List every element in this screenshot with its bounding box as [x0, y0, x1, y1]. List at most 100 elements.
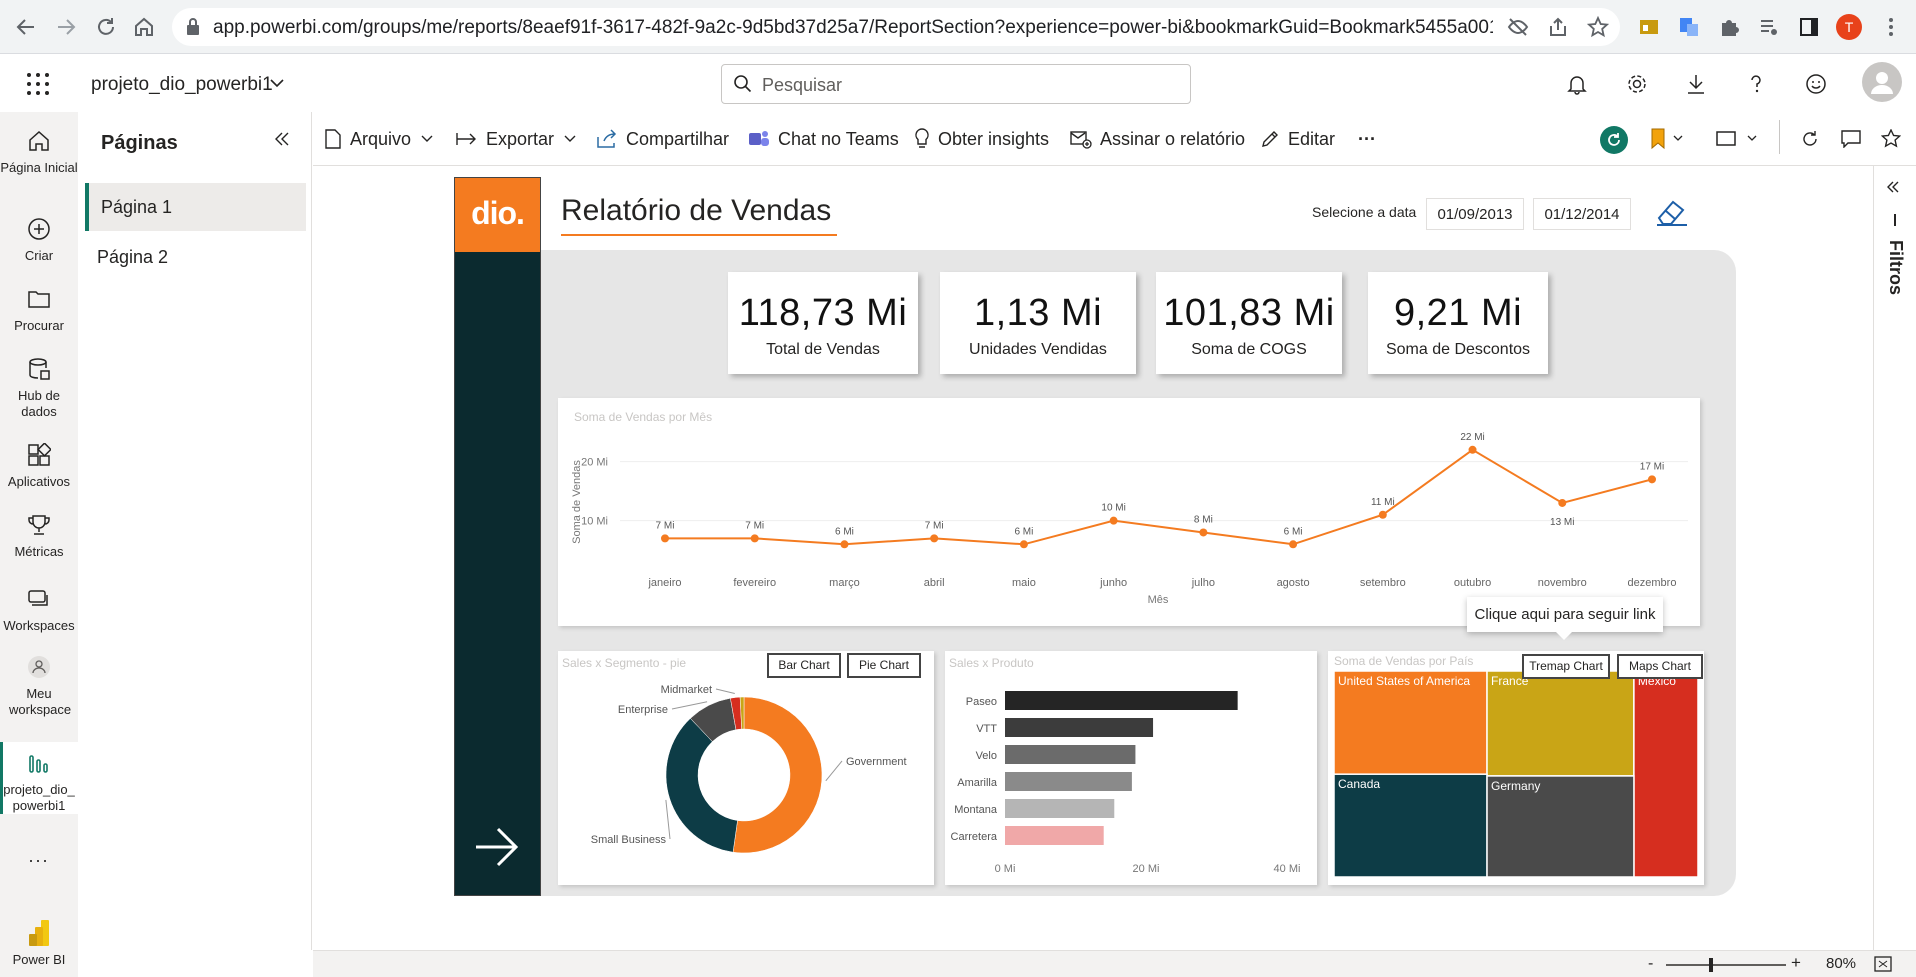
treemap-card[interactable]: Soma de Vendas por País United States of…	[1328, 651, 1704, 885]
chevron-down-icon[interactable]	[270, 78, 284, 88]
arrow-right-icon[interactable]	[474, 826, 520, 868]
file-menu-label: Arquivo	[350, 128, 412, 149]
account-avatar[interactable]	[1862, 62, 1902, 102]
star-icon[interactable]	[1583, 12, 1613, 42]
chevron-down-icon	[421, 135, 433, 142]
workspaces-icon	[24, 584, 54, 614]
bar	[1005, 799, 1115, 818]
data-point	[1019, 540, 1028, 549]
expand-filters-icon[interactable]	[1886, 180, 1900, 194]
nav-label: Procurar	[14, 318, 64, 333]
date-end-input[interactable]: 01/12/2014	[1533, 198, 1631, 230]
teams-chat-button[interactable]: Chat no Teams	[748, 126, 899, 152]
puzzle-icon[interactable]	[1714, 12, 1744, 42]
reload-icon[interactable]	[90, 11, 122, 43]
feedback-smiley-icon[interactable]	[1800, 68, 1832, 100]
help-icon[interactable]	[1740, 68, 1772, 100]
more-options-button[interactable]: ···	[1358, 126, 1376, 152]
zoom-slider-thumb[interactable]	[1709, 958, 1713, 972]
date-start-input[interactable]: 01/09/2013	[1426, 198, 1524, 230]
pencil-icon	[1262, 131, 1278, 147]
kpi-card-units-sold: 1,13 Mi Unidades Vendidas	[940, 272, 1136, 374]
lightbulb-icon	[915, 128, 929, 148]
refresh-icon[interactable]	[1801, 130, 1819, 148]
x-axis-label: Mês	[1148, 594, 1169, 606]
fit-page-icon[interactable]	[1874, 956, 1892, 972]
x-tick-label: agosto	[1277, 577, 1310, 589]
maps-chart-button[interactable]: Maps Chart	[1617, 654, 1703, 679]
data-label: 6 Mi	[835, 526, 854, 537]
leader-line	[825, 760, 843, 782]
data-label: 11 Mi	[1371, 497, 1395, 508]
treemap-tile	[1633, 670, 1699, 878]
data-hub-icon	[24, 354, 54, 384]
gear-icon[interactable]	[1621, 68, 1653, 100]
filter-grip-icon	[1894, 214, 1896, 226]
slice-label: Enterprise	[618, 704, 668, 716]
extension-powerbi-icon[interactable]	[1634, 12, 1664, 42]
data-label: 8 Mi	[1194, 514, 1213, 525]
zoom-slider-track[interactable]	[1666, 964, 1786, 966]
nav-apps[interactable]: Aplicativos	[0, 440, 78, 490]
eye-off-icon[interactable]	[1503, 12, 1533, 42]
share-button[interactable]: Compartilhar	[596, 126, 729, 152]
zoom-in-button[interactable]: +	[1791, 953, 1801, 973]
bell-icon[interactable]	[1561, 68, 1593, 100]
browser-menu-icon[interactable]	[1876, 12, 1906, 42]
page-item-1[interactable]: Página 1	[85, 183, 306, 231]
side-panel-icon[interactable]	[1794, 12, 1824, 42]
export-menu-button[interactable]: Exportar	[456, 126, 576, 152]
nav-my-workspace[interactable]: Meu workspace	[0, 652, 78, 718]
favorite-star-icon[interactable]	[1881, 129, 1901, 149]
file-menu-button[interactable]: Arquivo	[324, 126, 433, 152]
eraser-icon[interactable]	[1655, 198, 1689, 228]
home-browser-icon[interactable]	[128, 11, 160, 43]
view-icon[interactable]	[1716, 130, 1760, 148]
line-chart-card[interactable]: Soma de Vendas por Mês 10 Mi 20 Mi Soma de…	[558, 398, 1700, 626]
edit-button[interactable]: Editar	[1260, 126, 1335, 152]
bookmark-icon[interactable]	[1650, 128, 1684, 150]
get-insights-button[interactable]: Obter insights	[914, 126, 1049, 152]
report-icon	[24, 748, 54, 778]
media-icon[interactable]	[1754, 12, 1784, 42]
nav-create[interactable]: Criar	[0, 214, 78, 264]
profile-initial: T	[1836, 14, 1862, 40]
download-icon[interactable]	[1680, 68, 1712, 100]
pages-title: Páginas	[101, 132, 178, 154]
collapse-pane-icon[interactable]	[274, 131, 290, 147]
refresh-status-icon[interactable]	[1600, 126, 1628, 154]
pie-chart-card[interactable]: Sales x Segmento - pie Government Small B…	[558, 651, 934, 885]
profile-avatar[interactable]: T	[1834, 12, 1864, 42]
nav-metrics[interactable]: Métricas	[0, 510, 78, 560]
translate-icon[interactable]	[1674, 12, 1704, 42]
nav-home[interactable]: Página Inicial	[0, 126, 78, 176]
forward-icon[interactable]	[50, 11, 82, 43]
page-item-2[interactable]: Página 2	[85, 233, 306, 281]
back-icon[interactable]	[10, 11, 42, 43]
data-point	[750, 534, 759, 543]
data-point	[1199, 528, 1208, 537]
nav-label: Aplicativos	[7, 474, 71, 489]
app-launcher-icon[interactable]	[26, 72, 50, 96]
share-icon[interactable]	[1543, 12, 1573, 42]
subscribe-button[interactable]: Assinar o relatório	[1070, 126, 1245, 152]
zoom-out-button[interactable]: -	[1648, 955, 1653, 973]
x-tick-label: março	[829, 577, 860, 589]
comment-icon[interactable]	[1841, 130, 1861, 148]
bar-category-label: VTT	[976, 723, 997, 735]
toolbar-divider	[1779, 120, 1780, 154]
bar-chart-button[interactable]: Bar Chart	[767, 653, 841, 678]
bar-chart-card[interactable]: Sales x Produto Paseo VTT Velo Amarilla Mont…	[945, 651, 1317, 885]
treemap-chart-button[interactable]: Tremap Chart	[1522, 654, 1610, 679]
nav-workspaces[interactable]: Workspaces	[0, 584, 78, 634]
nav-more[interactable]: ...	[0, 847, 78, 865]
slice-label: Midmarket	[661, 684, 712, 696]
nav-browse[interactable]: Procurar	[0, 284, 78, 334]
home-icon	[24, 126, 54, 156]
nav-data-hub[interactable]: Hub de dados	[0, 354, 78, 420]
kpi-label: Unidades Vendidas	[969, 341, 1107, 358]
data-label: 7 Mi	[656, 520, 675, 531]
workspace-name[interactable]: projeto_dio_powerbi1	[91, 74, 273, 96]
nav-current-report[interactable]: projeto_dio_ powerbi1	[0, 748, 78, 814]
pie-chart-button[interactable]: Pie Chart	[847, 653, 921, 678]
